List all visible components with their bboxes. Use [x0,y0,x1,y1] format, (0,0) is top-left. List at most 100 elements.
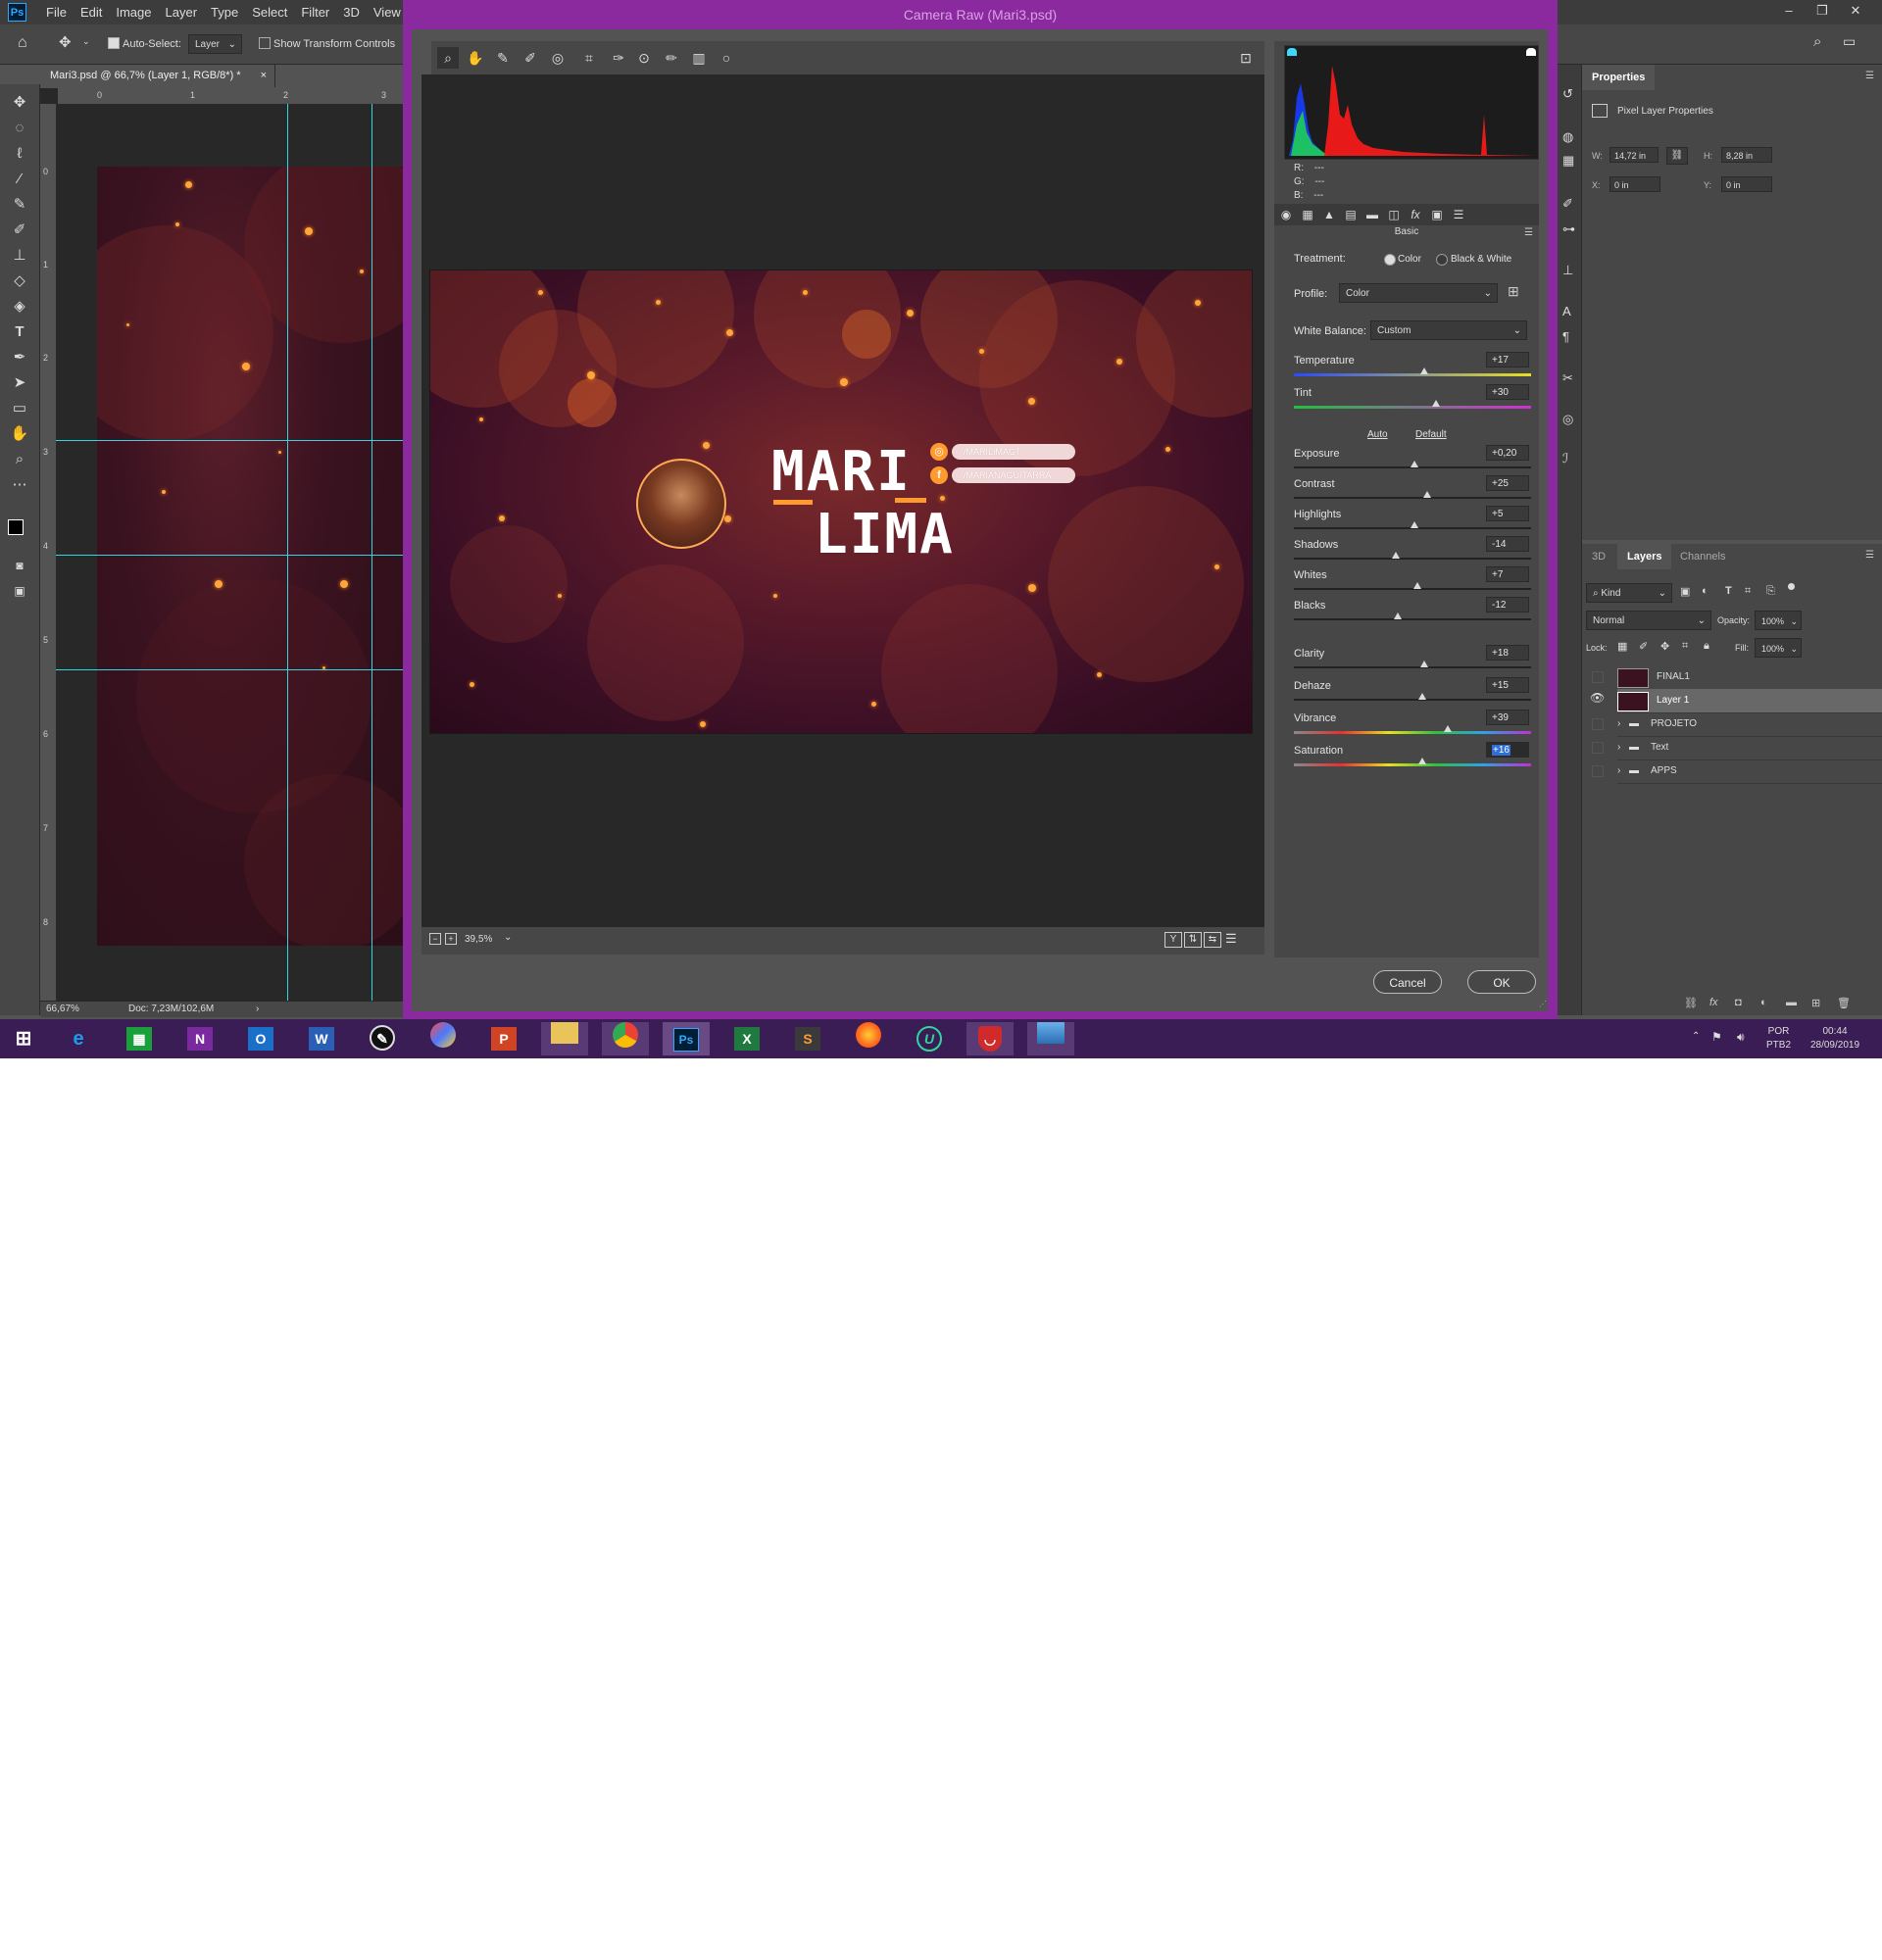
tint-slider[interactable] [1294,400,1531,409]
red-eye-icon[interactable]: ⊙ [633,47,655,69]
slider-thumb[interactable] [1417,758,1426,764]
minimize-icon[interactable]: – [1772,0,1806,22]
saturation-slider[interactable] [1294,758,1531,766]
visibility-toggle[interactable] [1592,765,1604,777]
preview-settings-icon[interactable]: ☰ [1225,931,1237,947]
auto-select-dropdown[interactable]: Layer ⌄ [188,34,242,54]
profile-browser-icon[interactable]: ⊞ [1508,283,1519,300]
adjustment-layer-icon[interactable]: ◐ [1760,997,1767,1008]
basic-tab-icon[interactable]: ◉ [1278,207,1294,222]
clarity-slider[interactable] [1294,661,1531,668]
upwork-icon[interactable]: U [916,1026,942,1052]
slider-value-field[interactable]: +15 [1486,677,1529,693]
filter-smart-object-icon[interactable]: ⎘ [1766,585,1775,598]
exposure-slider[interactable] [1294,461,1531,468]
quick-mask-icon[interactable]: ◙ [8,555,31,576]
panel-menu-icon[interactable]: ☰ [1865,71,1874,81]
resize-grip-icon[interactable]: ⋰ [1539,1000,1547,1008]
width-field[interactable]: 14,72 in [1610,147,1659,163]
copy-settings-icon[interactable]: ⇆ [1204,932,1221,948]
chevron-right-icon[interactable]: › [1617,712,1620,736]
word-icon[interactable]: W [309,1027,334,1051]
move-tool-icon[interactable]: ✥ [59,33,72,51]
lens-tab-icon[interactable]: ◫ [1386,207,1402,222]
internet-explorer-icon[interactable]: e [55,1022,102,1055]
foreground-color-swatch[interactable] [8,519,24,535]
blacks-slider[interactable] [1294,612,1531,620]
tab-3d[interactable]: 3D [1582,544,1615,569]
color-sampler-icon[interactable]: ✐ [520,47,541,69]
swatches-panel-icon[interactable]: ▦ [1562,153,1574,169]
sublime-icon[interactable]: S [795,1027,820,1051]
saturation-value-field[interactable]: +16 [1486,742,1529,758]
slider-thumb[interactable] [1392,552,1401,559]
file-explorer-icon[interactable] [551,1022,578,1044]
visibility-toggle[interactable] [1592,718,1604,730]
zoom-level[interactable]: 66,67% [46,1002,79,1017]
default-link[interactable]: Default [1415,429,1447,440]
treatment-color-radio[interactable] [1384,254,1396,266]
slider-thumb[interactable] [1411,461,1419,467]
layer-row-selected[interactable]: Layer 1 [1617,689,1882,713]
cancel-button[interactable]: Cancel [1373,970,1442,994]
magic-wand-tool-icon[interactable]: ⁄ [8,169,31,190]
show-transform-checkbox[interactable] [259,37,271,50]
hsl-tab-icon[interactable]: ▤ [1343,207,1359,222]
screen-mode-icon[interactable]: ▣ [8,580,31,602]
layer-row[interactable]: FINAL1 [1617,665,1882,690]
slider-value-field[interactable]: +30 [1486,384,1529,400]
opacity-field[interactable]: 100% ⌄ [1755,611,1802,630]
zoom-in-icon[interactable]: + [445,933,457,945]
firefox-icon[interactable] [856,1022,881,1048]
menu-layer[interactable]: Layer [159,0,205,24]
presets-tab-icon[interactable]: ☰ [1451,207,1466,222]
more-tools-icon[interactable]: ⋯ [8,474,31,496]
glyphs-panel-icon[interactable]: ℐ [1562,451,1568,466]
layer-group-row[interactable]: › ▬ PROJETO [1617,712,1882,737]
y-field[interactable]: 0 in [1721,176,1772,192]
close-icon[interactable]: ✕ [1839,0,1872,22]
guide-line-horizontal[interactable] [56,555,409,556]
chevron-down-icon[interactable]: ⌄ [504,932,512,943]
lock-image-icon[interactable]: ✐ [1639,640,1648,653]
guide-line-horizontal[interactable] [56,669,409,670]
close-tab-icon[interactable]: × [261,65,267,87]
visibility-toggle[interactable] [1592,742,1604,754]
chevron-right-icon[interactable]: › [1617,736,1620,760]
contrast-slider[interactable] [1294,491,1531,499]
volume-icon[interactable]: 🔊︎ [1737,1030,1745,1045]
eye-icon[interactable]: 👁︎ [1590,691,1605,705]
tab-properties[interactable]: Properties [1582,65,1656,90]
panel-menu-icon[interactable]: ☰ [1865,550,1874,561]
filter-toggle-icon[interactable] [1788,583,1795,590]
chevron-right-icon[interactable]: › [256,1002,259,1017]
slider-thumb[interactable] [1412,582,1421,589]
language-indicator[interactable]: POR PTB2 [1766,1025,1791,1053]
graduated-filter-icon[interactable]: ▥ [688,47,710,69]
action-center-flag-icon[interactable]: ⚑ [1711,1030,1722,1044]
hand-tool-icon[interactable]: ✋ [8,423,31,445]
chevron-down-icon[interactable]: ⌄ [82,36,90,47]
zoom-tool-icon[interactable]: ⌕ [437,47,459,69]
filter-type-icon[interactable]: T [1725,585,1732,597]
image-viewer-icon[interactable] [1037,1022,1065,1044]
lock-artboard-icon[interactable]: ⌗ [1682,640,1688,653]
menu-image[interactable]: Image [109,0,158,24]
lasso-tool-icon[interactable]: ℓ [8,143,31,165]
pen-tool-icon[interactable]: ✒ [8,347,31,368]
slider-value-field[interactable]: +18 [1486,645,1529,661]
filter-adjustment-icon[interactable]: ◐ [1702,585,1709,597]
profile-dropdown[interactable]: Color ⌄ [1339,283,1498,303]
slider-value-field[interactable]: +17 [1486,352,1529,368]
hand-tool-icon[interactable]: ✋ [465,47,486,69]
shadows-slider[interactable] [1294,552,1531,560]
document-canvas[interactable] [97,167,411,946]
slider-value-field[interactable]: +5 [1486,506,1529,521]
menu-filter[interactable]: Filter [294,0,336,24]
adjustments-panel-icon[interactable]: ⊶ [1562,221,1575,237]
character-panel-icon[interactable]: A [1562,304,1571,318]
lock-position-icon[interactable]: ✥ [1660,640,1669,653]
chevron-up-icon[interactable]: ⌃ [1692,1031,1700,1042]
slider-thumb[interactable] [1422,491,1431,498]
slider-thumb[interactable] [1417,693,1426,700]
